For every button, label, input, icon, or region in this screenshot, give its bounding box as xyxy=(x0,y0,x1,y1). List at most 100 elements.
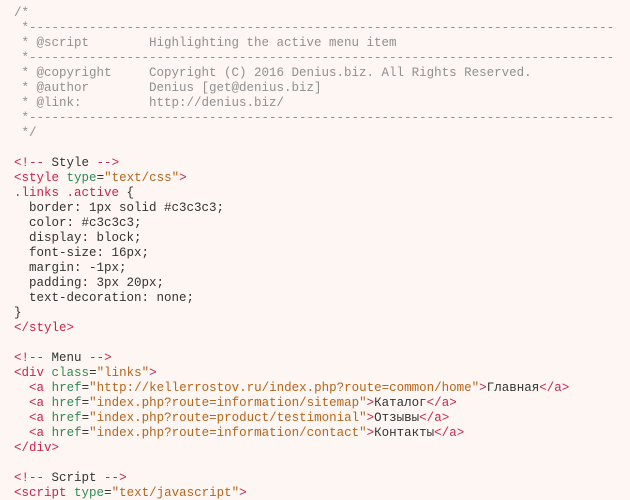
val-links: "links" xyxy=(97,366,150,380)
angle: < xyxy=(29,381,37,395)
css-selector: .links .active xyxy=(14,186,119,200)
code-block: /* *------------------------------------… xyxy=(0,0,630,500)
attr-type: type xyxy=(67,171,97,185)
css-rule: color: #c3c3c3; xyxy=(14,216,142,230)
link-text-2: Каталог xyxy=(374,396,427,410)
angle: </ xyxy=(14,321,29,335)
tag-a: a xyxy=(37,396,45,410)
css-rule: text-decoration: none; xyxy=(14,291,194,305)
angle: > xyxy=(179,171,187,185)
comment-line: * @script Highlighting the active menu i… xyxy=(14,36,397,50)
angle: > xyxy=(449,396,457,410)
angle: < xyxy=(14,366,22,380)
angle: < xyxy=(29,426,37,440)
bang: !-- xyxy=(22,351,45,365)
tag-a: a xyxy=(37,426,45,440)
comment-line: * @author Denius [get@denius.biz] xyxy=(14,81,322,95)
eq: = xyxy=(82,396,90,410)
angle: < xyxy=(29,411,37,425)
brace-close: } xyxy=(14,306,22,320)
css-rule: margin: -1px; xyxy=(14,261,127,275)
href-3: "index.php?route=product/testimonial" xyxy=(89,411,367,425)
sp xyxy=(44,366,52,380)
angle: < xyxy=(14,486,22,500)
attr-href: href xyxy=(52,381,82,395)
tag-style-open: style xyxy=(22,171,60,185)
angle: </ xyxy=(419,411,434,425)
link-text-1: Главная xyxy=(487,381,540,395)
sp xyxy=(44,381,52,395)
angle: </ xyxy=(434,426,449,440)
comment-text: Style xyxy=(44,156,97,170)
comment-line: */ xyxy=(14,126,37,140)
attr-type: type xyxy=(74,486,104,500)
comment-line: * @copyright Copyright (C) 2016 Denius.b… xyxy=(14,66,532,80)
angle: < xyxy=(14,156,22,170)
comment-line: *---------------------------------------… xyxy=(14,21,614,35)
css-rule: border: 1px solid #c3c3c3; xyxy=(14,201,224,215)
tag-a: a xyxy=(37,411,45,425)
comment-line: *---------------------------------------… xyxy=(14,111,614,125)
angle: < xyxy=(14,171,22,185)
bang: !-- xyxy=(22,156,45,170)
comment-text: Menu xyxy=(44,351,89,365)
link-text-4: Контакты xyxy=(374,426,434,440)
angle: > xyxy=(119,471,127,485)
angle: > xyxy=(149,366,157,380)
tag-style-close: style xyxy=(29,321,67,335)
tag-a: a xyxy=(37,381,45,395)
eq: = xyxy=(97,171,105,185)
link-text-3: Отзывы xyxy=(374,411,419,425)
angle: < xyxy=(14,471,22,485)
angle: </ xyxy=(427,396,442,410)
tag-div-open: div xyxy=(22,366,45,380)
eq: = xyxy=(82,426,90,440)
angle: > xyxy=(442,411,450,425)
brace-open: { xyxy=(119,186,134,200)
sp xyxy=(44,426,52,440)
angle: < xyxy=(14,351,22,365)
dashes: -- xyxy=(97,156,112,170)
attr-href: href xyxy=(52,426,82,440)
comment-line: *---------------------------------------… xyxy=(14,51,614,65)
angle: > xyxy=(112,156,120,170)
tag-a: a xyxy=(434,411,442,425)
angle: > xyxy=(562,381,570,395)
sp xyxy=(44,396,52,410)
comment-line: /* xyxy=(14,6,29,20)
attr-href: href xyxy=(52,411,82,425)
angle: > xyxy=(239,486,247,500)
angle: > xyxy=(457,426,465,440)
angle: > xyxy=(479,381,487,395)
eq: = xyxy=(82,411,90,425)
angle: > xyxy=(52,441,60,455)
comment-text: Script xyxy=(44,471,104,485)
eq: = xyxy=(82,381,90,395)
val-textjs: "text/javascript" xyxy=(112,486,240,500)
bang: !-- xyxy=(22,471,45,485)
tag-a: a xyxy=(449,426,457,440)
css-rule: padding: 3px 20px; xyxy=(14,276,164,290)
attr-href: href xyxy=(52,396,82,410)
tag-div-close: div xyxy=(29,441,52,455)
href-1: "http://kellerrostov.ru/index.php?route=… xyxy=(89,381,479,395)
angle: > xyxy=(67,321,75,335)
tag-script-open: script xyxy=(22,486,67,500)
val-textcss: "text/css" xyxy=(104,171,179,185)
attr-class: class xyxy=(52,366,90,380)
sp xyxy=(67,486,75,500)
comment-line: * @link: http://denius.biz/ xyxy=(14,96,284,110)
href-4: "index.php?route=information/contact" xyxy=(89,426,367,440)
angle: </ xyxy=(539,381,554,395)
angle: > xyxy=(104,351,112,365)
href-2: "index.php?route=information/sitemap" xyxy=(89,396,367,410)
css-rule: font-size: 16px; xyxy=(14,246,149,260)
sp xyxy=(59,171,67,185)
dashes: -- xyxy=(89,351,104,365)
angle: < xyxy=(29,396,37,410)
dashes: -- xyxy=(104,471,119,485)
eq: = xyxy=(104,486,112,500)
css-rule: display: block; xyxy=(14,231,142,245)
tag-a: a xyxy=(554,381,562,395)
eq: = xyxy=(89,366,97,380)
